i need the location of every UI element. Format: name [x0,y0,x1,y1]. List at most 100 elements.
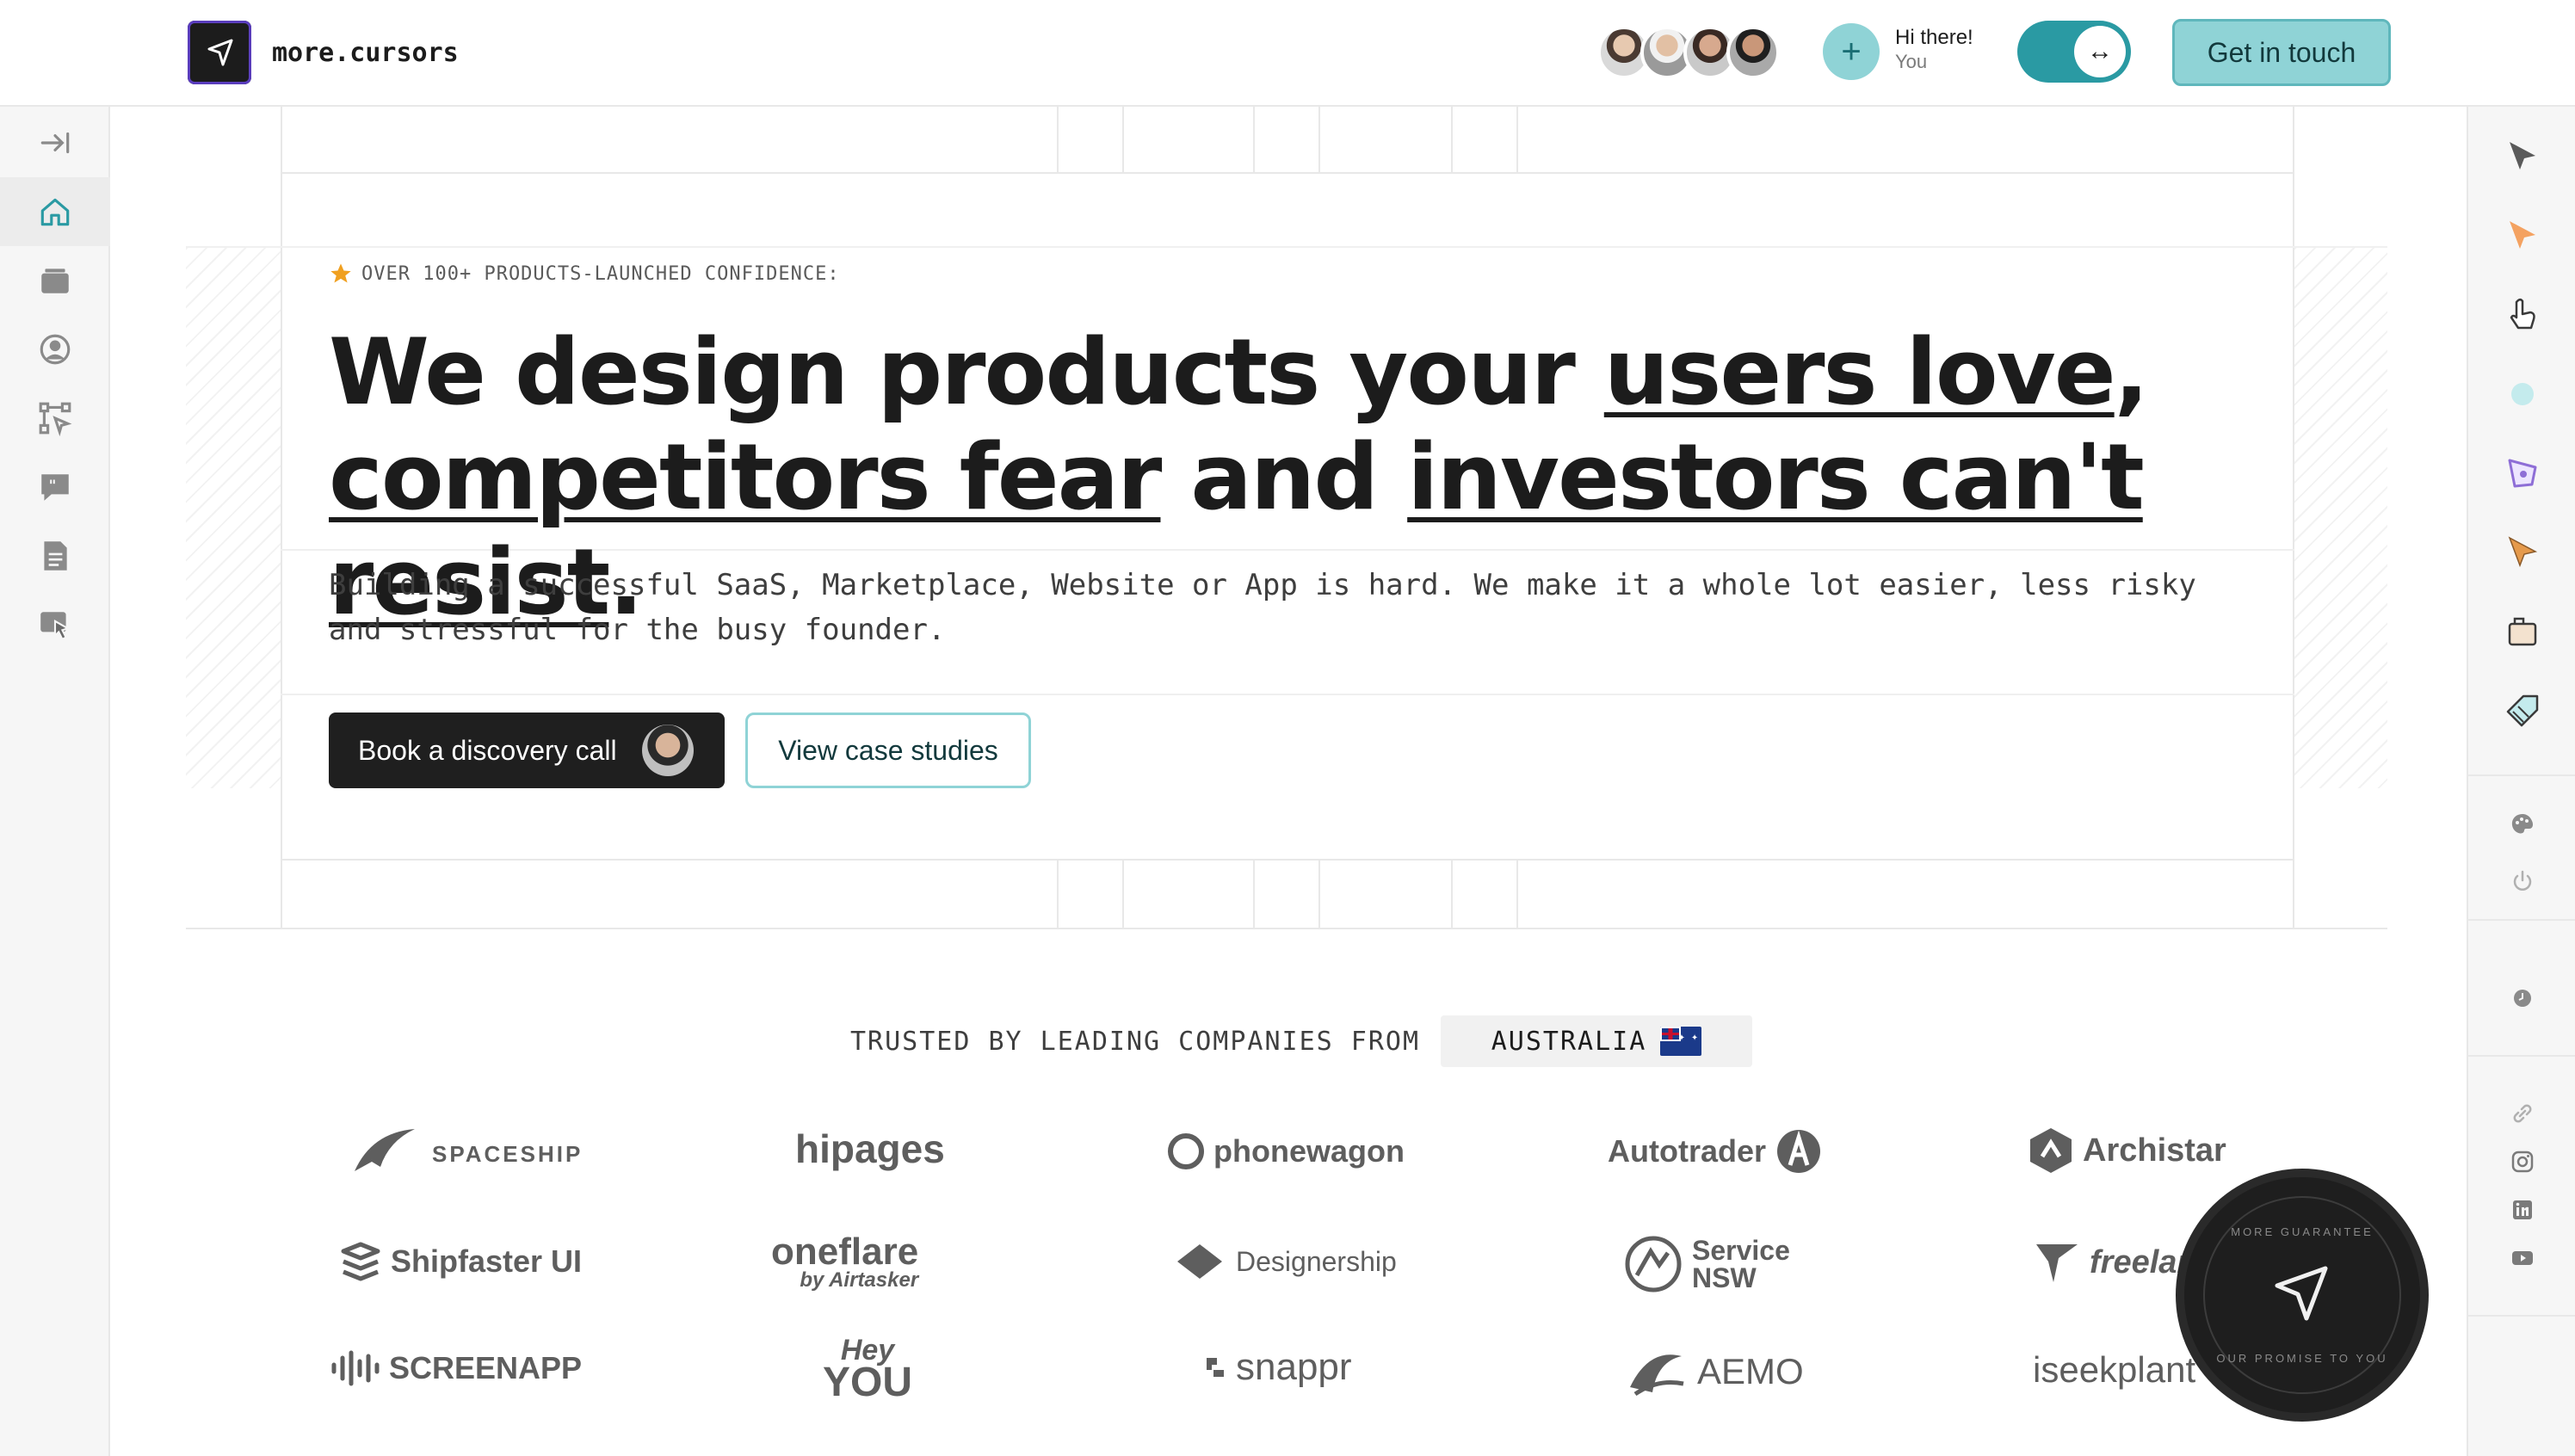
eyebrow: OVER 100+ PRODUCTS-LAUNCHED CONFIDENCE: [329,262,840,286]
shipfaster-icon [341,1242,380,1281]
divider [1057,859,1059,928]
country-selector[interactable]: AUSTRALIA [1441,1015,1753,1067]
divider [186,928,2387,929]
headline-emphasis: competitors fear [329,424,1162,530]
cursor-option-box[interactable] [2468,597,2575,666]
logo-text: Service [1692,1235,1790,1266]
logo-designership: Designership [1172,1239,1397,1284]
logo-aemo: AEMO [1623,1344,1804,1399]
logo-phonewagon: phonewagon [1167,1132,1405,1170]
cursor-option-circle[interactable] [2468,360,2575,429]
logo-oneflare: oneflare by Airtasker [771,1231,918,1293]
toggle-knob: ↔ [2074,26,2126,77]
trusted-by: TRUSTED BY LEADING COMPANIES FROM AUSTRA… [850,1015,1753,1067]
divider [2468,919,2575,921]
cursor-logo-icon [188,21,251,84]
sidebar-item-contact[interactable] [0,590,110,659]
youtube-link[interactable] [2468,1224,2575,1293]
top-bar: more.cursors + Hi there! You ↔ Get in to… [0,0,2575,107]
plus-icon: + [1841,32,1862,71]
cursor-option-dark[interactable] [2468,122,2575,191]
sidebar-item-work[interactable] [0,246,110,315]
divider [2468,1315,2575,1317]
logo-text: Autotrader [1608,1133,1767,1169]
sidebar-item-process[interactable] [0,384,110,453]
collaborator-avatars[interactable] [1597,26,1780,79]
user-name: You [1895,50,1928,72]
divider [1253,107,1255,172]
sidebar-item-docs[interactable] [0,521,110,590]
australia-flag-icon [1660,1027,1702,1056]
cursor-option-hand[interactable] [2468,281,2575,349]
sidebar-item-testimonials[interactable]: " [0,453,110,521]
logo-text: phonewagon [1213,1133,1405,1169]
link-icon [2513,1104,2532,1123]
hatch-pattern [2294,248,2387,788]
headline-text: and [1160,424,1408,530]
pen-cursor-icon [2508,459,2537,488]
power-button[interactable] [2468,847,2575,916]
book-discovery-call-button[interactable]: Book a discovery call [329,713,725,788]
client-logos: SPACESHIP hipages phonewagon Autotrader … [281,1110,2294,1437]
logo-text: iseekplant [2033,1349,2196,1390]
logo-text: oneflare [771,1231,919,1273]
headline-text: , [2114,319,2149,425]
divider [1451,859,1453,928]
logo-text: AEMO [1697,1351,1804,1391]
right-sidebar [2467,107,2575,1456]
box-cursor-icon [2508,617,2537,646]
hero-subcopy: Building a successful SaaS, Marketplace,… [329,568,2196,647]
eyebrow-text: OVER 100+ PRODUCTS-LAUNCHED CONFIDENCE: [361,262,840,285]
cursor-option-pen[interactable] [2468,439,2575,508]
phonewagon-icon [1168,1133,1204,1169]
divider [281,859,2294,861]
brand[interactable]: more.cursors [188,21,459,84]
power-icon [2513,870,2532,891]
logo-text: SCREENAPP [389,1350,583,1385]
flow-icon [39,402,72,436]
add-collaborator-button[interactable]: + [1823,23,1880,80]
cursor-hand-icon [40,612,71,641]
cursor-option-tag[interactable] [2468,676,2575,745]
aemo-icon [1630,1354,1684,1397]
divider [1122,859,1124,928]
logo-iseekplant: iseekplant [2033,1349,2195,1391]
sidebar-item-home[interactable] [0,177,110,246]
arrow-cursor-amber-icon [2508,536,2538,568]
logo-subtext: by Airtasker [800,1268,919,1292]
logo-subtext: YOU [823,1359,913,1405]
autotrader-icon [1777,1130,1821,1173]
cursor-toggle[interactable]: ↔ [2017,21,2131,83]
star-icon [330,263,351,283]
logo-text: snappr [1236,1346,1352,1388]
logo-spaceship: SPACESHIP [346,1124,583,1184]
archistar-icon [2030,1128,2072,1173]
get-in-touch-button[interactable]: Get in touch [2172,19,2391,86]
clock-icon [2514,990,2531,1007]
arrow-cursor-dark-icon [2510,142,2535,170]
clock-button[interactable] [2468,964,2575,1033]
view-case-studies-button[interactable]: View case studies [745,713,1031,788]
divider [1516,859,1518,928]
logo-snappr: snappr [1203,1346,1352,1389]
collapse-sidebar-button[interactable] [0,108,110,177]
divider [1318,859,1320,928]
greeting-text: Hi there! [1895,26,1973,49]
logo-hey-you: Hey YOU [823,1336,913,1405]
circle-cursor-icon [2511,383,2534,405]
arrow-cursor-orange-icon [2510,221,2535,249]
left-sidebar: " [0,107,110,1456]
designership-icon [1177,1244,1222,1279]
palette-icon [2511,814,2533,834]
headline-text: We design products your [329,319,1604,425]
cursor-option-amber[interactable] [2468,518,2575,587]
avatar[interactable] [1726,26,1780,79]
sidebar-item-about[interactable] [0,315,110,384]
cursor-option-orange[interactable] [2468,201,2575,270]
button-label: Book a discovery call [358,734,617,766]
guarantee-badge[interactable]: MORE GUARANTEE OUR PROMISE TO YOU [2184,1177,2420,1413]
collapse-icon [40,132,70,154]
service-nsw-icon [1625,1236,1682,1293]
snappr-icon [1207,1358,1224,1377]
spaceship-icon [355,1129,415,1171]
